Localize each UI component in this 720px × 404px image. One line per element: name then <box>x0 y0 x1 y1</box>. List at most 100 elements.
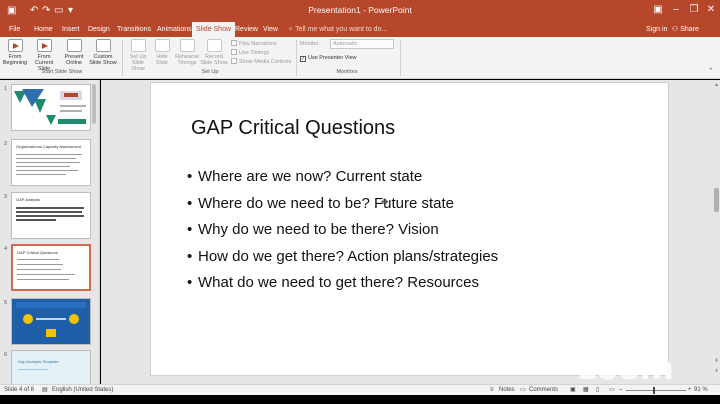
from-beginning-button[interactable]: From Beginning <box>2 39 28 66</box>
slide-counter: Slide 4 of 8 <box>4 387 35 393</box>
language-indicator[interactable]: English (United States) <box>52 386 113 394</box>
close-icon[interactable]: ✕ <box>703 3 719 17</box>
thumbnail-scrollbar[interactable] <box>92 84 96 124</box>
stopwatch-icon <box>179 39 195 52</box>
notes-button[interactable]: Notes <box>499 386 515 394</box>
minimize-icon[interactable]: – <box>668 3 684 17</box>
reading-view-icon[interactable]: ▯ <box>596 386 599 394</box>
tab-transitions[interactable]: Transitions <box>113 22 155 37</box>
tab-slide-show[interactable]: Slide Show <box>192 22 236 37</box>
globe-icon <box>66 39 82 52</box>
thumb-title: Organizational Capacity Assessment <box>16 144 82 149</box>
thumb-background <box>12 351 90 384</box>
collapse-ribbon-icon[interactable]: ⌃ <box>708 67 714 75</box>
share-button[interactable]: ⚇ Share <box>672 22 699 37</box>
use-presenter-view-checkbox[interactable]: Use Presenter View <box>300 55 357 62</box>
tab-home[interactable]: Home <box>30 22 57 37</box>
hide-slide-button[interactable]: Hide Slide <box>152 39 172 66</box>
slide-thumbnails-pane: 1 2 Organizational Capacity Assessment 3… <box>0 80 100 384</box>
status-bar: Slide 4 of 8 ▤ English (United States) ≡… <box>0 384 720 395</box>
bullet-item: • Where do we need to be? Future state <box>187 194 454 212</box>
thumb-text-line <box>16 211 82 213</box>
spellcheck-icon[interactable]: ▤ <box>42 386 48 394</box>
tab-review[interactable]: Review <box>231 22 262 37</box>
tab-file[interactable]: File <box>5 22 24 37</box>
group-divider <box>400 40 401 76</box>
restore-icon[interactable]: ❐ <box>686 3 702 17</box>
sign-in-link[interactable]: Sign in <box>646 22 667 37</box>
thumb-text-line <box>16 170 78 171</box>
show-media-controls-checkbox[interactable]: Show Media Controls <box>231 58 291 66</box>
thumb-text-line <box>17 274 75 275</box>
scroll-up-icon[interactable]: ▲ <box>713 82 720 88</box>
slideshow-view-icon[interactable]: ▭ <box>609 386 615 394</box>
slide-thumbnail-4[interactable]: GAP Critical Questions <box>11 244 91 291</box>
record-slide-show-button[interactable]: Record Slide Show <box>200 39 228 66</box>
zoom-level[interactable]: 91 % <box>694 386 708 394</box>
thumb-text-line <box>16 154 82 155</box>
start-group-label: Start Slide Show <box>41 69 83 75</box>
hide-slide-icon <box>154 39 170 52</box>
slide-sorter-icon[interactable]: ▦ <box>583 386 589 394</box>
ribbon-tabs: File Home Insert Design Transitions Anim… <box>0 22 720 37</box>
vertical-scrollbar[interactable]: ▲ ⇞ ⇟ <box>713 80 720 384</box>
slide-thumbnail-1[interactable] <box>11 84 91 131</box>
thumb-number: 2 <box>4 141 8 147</box>
thumb-text-line <box>16 207 84 209</box>
monitors-group-label: Monitors <box>336 69 358 75</box>
slide-thumbnail-2[interactable]: Organizational Capacity Assessment <box>11 139 91 186</box>
title-bar: ▣ ↶ ↷ ▭ ▾ Presentation1 - PowerPoint ▣ –… <box>0 0 720 22</box>
slide-editor: GAP Critical Questions • Where are we now… <box>101 80 720 384</box>
use-timings-checkbox[interactable]: Use Timings <box>231 49 269 57</box>
ribbon-display-icon[interactable]: ▣ <box>650 3 666 17</box>
thumb-text-line <box>18 369 48 370</box>
thumb-number: 4 <box>4 246 8 252</box>
thumb-text-line <box>17 259 59 260</box>
slide-thumbnail-6[interactable]: Gap Analysis Template <box>11 350 91 384</box>
thumb-title: GAP Critical Questions <box>17 250 58 255</box>
window-title: Presentation1 - PowerPoint <box>308 5 412 15</box>
slide-bullet-list[interactable]: • Where are we now? Current state • Where … <box>187 164 498 297</box>
set-up-slide-show-button[interactable]: Set Up Slide Show <box>126 39 150 72</box>
thumb-number: 5 <box>4 300 8 306</box>
tab-insert[interactable]: Insert <box>58 22 84 37</box>
thumb-number: 3 <box>4 194 8 200</box>
notes-icon[interactable]: ≡ <box>490 386 494 394</box>
tab-design[interactable]: Design <box>84 22 114 37</box>
zoom-in-icon[interactable]: + <box>688 386 692 394</box>
present-online-button[interactable]: Present Online <box>62 39 86 66</box>
zoom-slider[interactable] <box>626 390 686 391</box>
monitor-select[interactable]: Automatic <box>330 39 394 49</box>
tab-animations[interactable]: Animations <box>153 22 196 37</box>
tab-view[interactable]: View <box>259 22 282 37</box>
custom-slide-show-button[interactable]: Custom Slide Show <box>88 39 118 66</box>
comments-icon[interactable]: ▭ <box>520 386 526 394</box>
thumb-text-line <box>16 158 76 159</box>
person-icon: ⚇ <box>672 26 681 33</box>
zoom-out-icon[interactable]: – <box>619 386 622 394</box>
thumb-text-line <box>16 174 66 175</box>
slide-thumbnail-3[interactable]: GAP Analysis <box>11 192 91 239</box>
zoom-slider-handle[interactable] <box>653 387 655 394</box>
thumb-text-line <box>17 269 61 270</box>
slide-thumbnail-5[interactable] <box>11 298 91 345</box>
from-current-slide-button[interactable]: From Current Slide <box>29 39 59 72</box>
comments-button[interactable]: Comments <box>529 386 558 394</box>
thumb-title: Gap Analysis Template <box>18 359 59 364</box>
move-cursor-icon: ✥ <box>381 197 389 207</box>
next-slide-icon[interactable]: ⇟ <box>713 368 720 374</box>
scrollbar-thumb[interactable] <box>714 188 719 212</box>
thumb-graphic <box>16 302 86 337</box>
slide-title[interactable]: GAP Critical Questions <box>191 117 395 140</box>
tell-me-box[interactable]: ♀ Tell me what you want to do... <box>288 22 387 37</box>
previous-slide-icon[interactable]: ⇞ <box>713 358 720 364</box>
current-slide[interactable]: GAP Critical Questions • Where are we now… <box>150 82 669 376</box>
rehearse-timings-button[interactable]: Rehearse Timings <box>174 39 200 66</box>
thumb-text-line <box>16 219 56 221</box>
thumb-text-line <box>16 166 70 167</box>
normal-view-icon[interactable]: ▣ <box>570 386 576 394</box>
thumb-text-line <box>16 215 84 217</box>
slideshow-current-icon <box>36 39 52 52</box>
monitor-label: Monitor: <box>300 41 320 47</box>
play-narrations-checkbox[interactable]: Play Narrations <box>231 40 277 48</box>
